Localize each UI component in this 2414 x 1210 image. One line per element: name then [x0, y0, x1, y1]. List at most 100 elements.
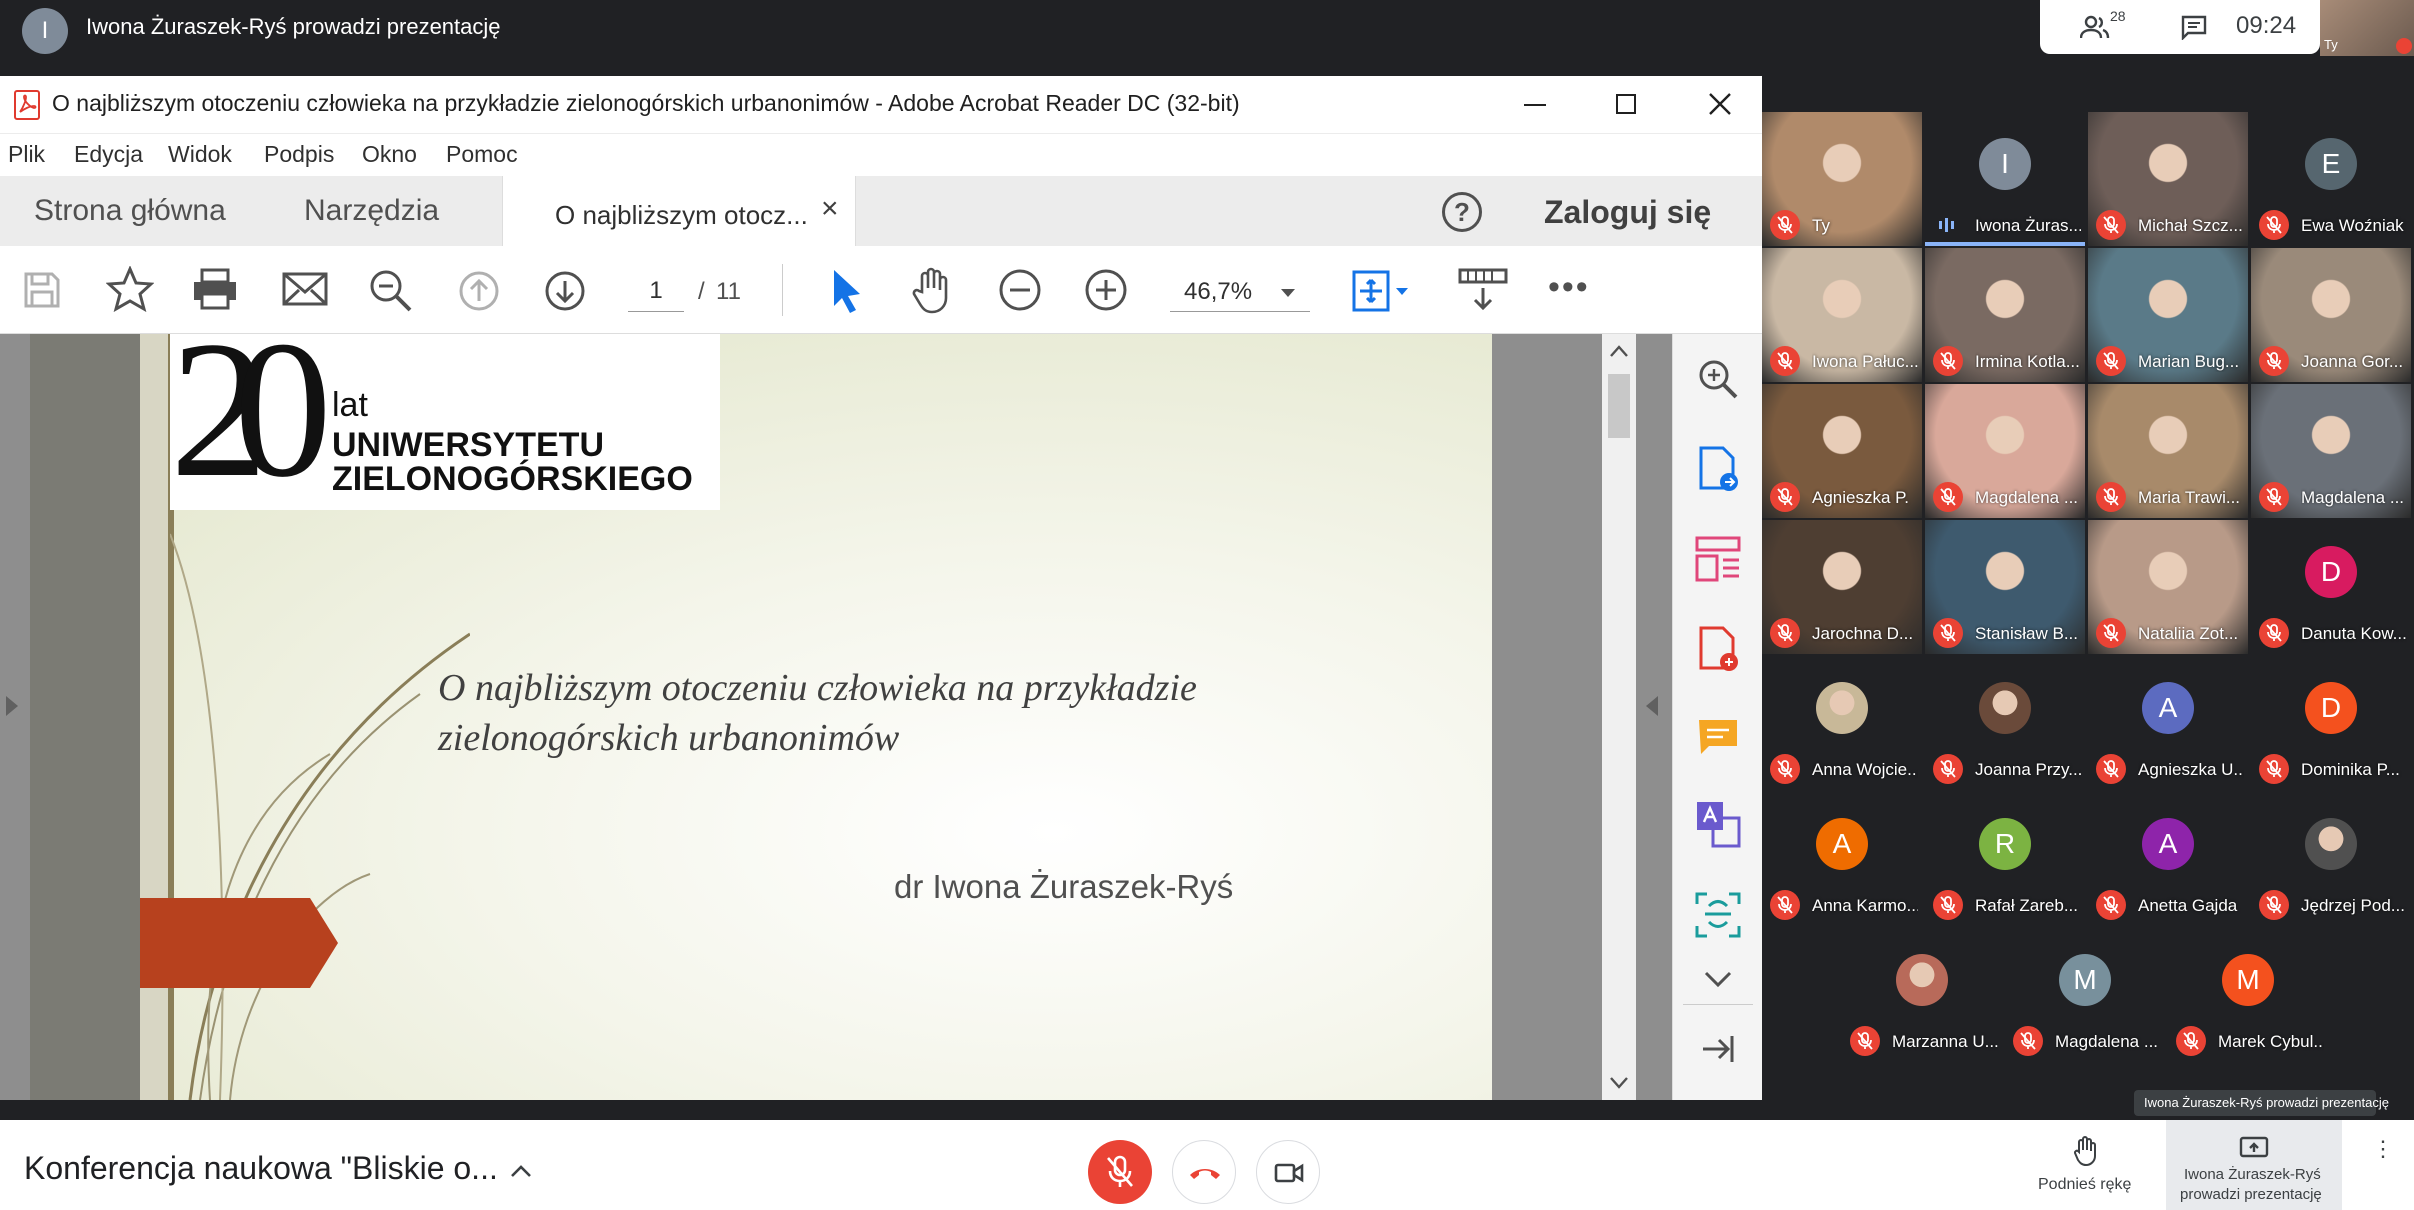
participant-tile[interactable]: Jędrzej Pod... [2251, 792, 2411, 926]
login-button[interactable]: Zaloguj się [1544, 194, 1711, 231]
presentation-button[interactable]: Iwona Żuraszek-Ryś prowadzi prezentację [2166, 1120, 2342, 1210]
tab-close-icon[interactable]: × [821, 192, 839, 226]
self-preview[interactable]: Ty [2320, 0, 2414, 56]
close-window-button[interactable] [1708, 92, 1732, 116]
organize-pages-icon[interactable] [1695, 536, 1741, 584]
participant-name: Magdalena ... [2301, 488, 2405, 507]
leave-call-button[interactable] [1172, 1140, 1236, 1204]
participant-tile[interactable]: Agnieszka P. [1762, 384, 1922, 518]
minimize-button[interactable] [1524, 104, 1546, 106]
logo-line-lat: lat [332, 386, 368, 424]
participant-tile[interactable]: Irmina Kotla... [1925, 248, 2085, 382]
tab-tools[interactable]: Narzędzia [304, 194, 439, 228]
zoom-dropdown[interactable]: 46,7% [1170, 270, 1310, 312]
participant-tile[interactable]: D Danuta Kow... [2251, 520, 2411, 654]
participant-tile[interactable]: Marian Bug... [2088, 248, 2248, 382]
university-logo: 20 lat UNIWERSYTETU ZIELONOGÓRSKIEGO [170, 334, 720, 510]
chevron-up-icon[interactable] [510, 1164, 532, 1178]
zoom-out-icon[interactable] [998, 268, 1042, 312]
page-number-field[interactable]: 1 [628, 270, 684, 312]
print-icon[interactable] [192, 268, 238, 310]
participant-tile[interactable]: Joanna Przy... [1925, 656, 2085, 790]
meeting-title[interactable]: Konferencja naukowa "Bliskie o... [24, 1150, 498, 1187]
vertical-scrollbar[interactable] [1602, 334, 1636, 1100]
participant-tile[interactable]: M Marek Cybul... [2168, 928, 2328, 1062]
help-icon[interactable]: ? [1442, 192, 1482, 232]
scan-pdf-icon[interactable] [1695, 892, 1741, 938]
slide-title-line2: zielonogórskich urbanonimów [438, 717, 900, 759]
mic-toggle-button[interactable] [1088, 1140, 1152, 1204]
participant-tile[interactable]: Magdalena ... [1925, 384, 2085, 518]
meeting-info-panel: 28 09:24 [2040, 0, 2320, 54]
page-down-icon[interactable] [544, 270, 586, 312]
participant-tile[interactable]: A Agnieszka U... [2088, 656, 2248, 790]
export-pdf-icon[interactable] [1697, 446, 1741, 494]
participant-tile[interactable]: Ty [1762, 112, 1922, 246]
menu-plik[interactable]: Plik [8, 134, 45, 174]
zoom-in-icon[interactable] [1084, 268, 1128, 312]
participant-tile[interactable]: A Anna Karmo... [1762, 792, 1922, 926]
participant-tile[interactable]: Michał Szcz... [2088, 112, 2248, 246]
participant-tile[interactable]: Joanna Gor... [2251, 248, 2411, 382]
acrobat-window: O najbliższym otoczeniu człowieka na prz… [0, 76, 1762, 1100]
expand-tools-chevron-icon[interactable] [1703, 970, 1733, 988]
participant-tile[interactable]: Nataliia Zot... [2088, 520, 2248, 654]
participant-name: Agnieszka U... [2138, 760, 2244, 779]
raise-hand-label: Podnieś rękę [2038, 1176, 2132, 1193]
tab-home[interactable]: Strona główna [34, 194, 226, 228]
fit-page-icon[interactable] [1350, 268, 1414, 314]
menu-podpis[interactable]: Podpis [264, 134, 334, 174]
page-up-icon[interactable] [458, 270, 500, 312]
participant-tile[interactable]: I Iwona Żuras... [1925, 112, 2085, 246]
collapse-pane-icon[interactable] [1701, 1034, 1735, 1064]
create-pdf-icon[interactable] [1697, 626, 1741, 674]
participant-tile[interactable]: Stanisław B... [1925, 520, 2085, 654]
select-cursor-icon[interactable] [830, 268, 864, 314]
participant-tile[interactable]: Magdalena ... [2251, 384, 2411, 518]
participant-tile[interactable]: Marzanna U... [1842, 928, 2002, 1062]
scroll-thumb[interactable] [1608, 374, 1630, 438]
search-pane-icon[interactable] [1697, 358, 1739, 400]
right-panel-toggle-icon[interactable] [1646, 696, 1658, 716]
more-options-icon[interactable]: ⋮ [2372, 1138, 2394, 1160]
tab-document[interactable]: O najbliższym otocz... × [502, 176, 856, 248]
participants-button[interactable]: 28 [2080, 8, 2140, 42]
left-panel-toggle-icon[interactable] [6, 696, 18, 716]
participant-tile[interactable]: Jarochna D... [1762, 520, 1922, 654]
bookmark-star-icon[interactable] [106, 266, 154, 312]
muted-mic-icon [2096, 754, 2126, 784]
scroll-down-icon[interactable] [1609, 1076, 1629, 1090]
participant-tile[interactable]: Anna Wojcie... [1762, 656, 1922, 790]
raise-hand-button[interactable]: Podnieś rękę [2020, 1136, 2150, 1202]
scroll-mode-icon[interactable] [1458, 266, 1508, 312]
participant-tile[interactable]: M Magdalena ... [2005, 928, 2165, 1062]
participant-tile[interactable]: D Dominika P... [2251, 656, 2411, 790]
participant-tile[interactable]: Maria Trawi... [2088, 384, 2248, 518]
muted-mic-icon [2259, 210, 2289, 240]
menu-okno[interactable]: Okno [362, 134, 417, 174]
muted-mic-icon [1770, 618, 1800, 648]
toolbar-divider [782, 264, 783, 316]
search-zoom-icon[interactable] [368, 268, 414, 314]
hand-tool-icon[interactable] [910, 266, 956, 314]
more-tools-icon[interactable]: ••• [1548, 268, 1590, 307]
participant-tile[interactable]: A Anetta Gajda [2088, 792, 2248, 926]
chat-icon[interactable] [2180, 14, 2208, 40]
maximize-button[interactable] [1616, 94, 1636, 114]
participant-initial-avatar: D [2305, 682, 2357, 734]
comment-icon[interactable] [1697, 718, 1739, 758]
participant-tile[interactable]: E Ewa Woźniak [2251, 112, 2411, 246]
camera-toggle-button[interactable] [1256, 1140, 1320, 1204]
save-icon[interactable] [22, 270, 62, 310]
menu-edycja[interactable]: Edycja [74, 134, 143, 174]
muted-mic-icon [2096, 210, 2126, 240]
menu-pomoc[interactable]: Pomoc [446, 134, 518, 174]
translate-pdf-icon[interactable] [1695, 800, 1741, 848]
menu-widok[interactable]: Widok [168, 134, 232, 174]
participant-tile[interactable]: Iwona Pałuc... [1762, 248, 1922, 382]
participant-name: Iwona Żuras... [1975, 216, 2081, 235]
scroll-up-icon[interactable] [1609, 344, 1629, 358]
participant-tile[interactable]: R Rafał Zareb... [1925, 792, 2085, 926]
mail-icon[interactable] [282, 272, 328, 306]
muted-mic-icon [2096, 618, 2126, 648]
